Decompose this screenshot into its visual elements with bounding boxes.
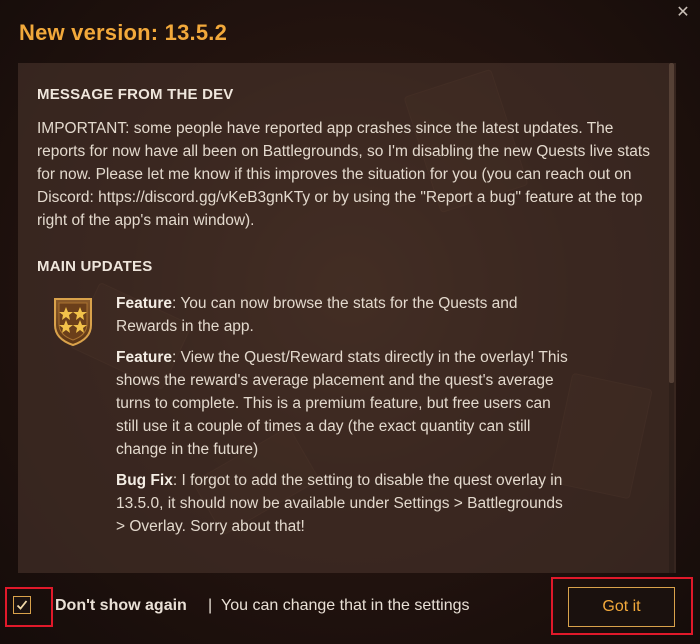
update-item-text: : View the Quest/Reward stats directly i… [116,349,568,458]
dont-show-again-label[interactable]: Don't show again [55,597,187,615]
update-item: Feature: View the Quest/Reward stats dir… [116,346,576,461]
got-it-button[interactable]: Got it [568,587,675,627]
update-item-label: Feature [116,349,172,366]
close-icon[interactable]: ✕ [672,2,694,24]
changelog-scrollbar[interactable] [669,63,674,573]
update-item: Bug Fix: I forgot to add the setting to … [116,469,576,538]
changelog-content: MESSAGE FROM THE DEV IMPORTANT: some peo… [37,83,657,546]
dev-message-body: IMPORTANT: some people have reported app… [37,120,650,229]
changelog-panel[interactable]: MESSAGE FROM THE DEV IMPORTANT: some peo… [18,63,676,573]
dialog-title: New version: 13.5.2 [19,20,228,45]
battlegrounds-badge-icon [54,298,92,347]
dont-show-again-checkbox[interactable] [13,596,31,614]
update-item: Feature: You can now browse the stats fo… [116,292,576,338]
update-item-text: : You can now browse the stats for the Q… [116,295,518,335]
updates-section: Feature: You can now browse the stats fo… [37,292,657,538]
dev-message-heading: MESSAGE FROM THE DEV [37,86,234,103]
settings-hint: You can change that in the settings [221,597,470,614]
update-item-text: : I forgot to add the setting to disable… [116,472,563,535]
update-item-label: Feature [116,295,172,312]
update-item-label: Bug Fix [116,472,173,489]
update-dialog: New version: 13.5.2 ✕ MESSAGE FROM THE D… [0,0,700,644]
dialog-footer: Don't show again | You can change that i… [0,577,700,644]
update-list: Feature: You can now browse the stats fo… [116,292,576,538]
main-updates-heading: MAIN UPDATES [37,258,153,275]
checkmark-icon [16,600,28,610]
scrollbar-thumb[interactable] [669,63,674,383]
footer-separator: | [208,597,213,614]
